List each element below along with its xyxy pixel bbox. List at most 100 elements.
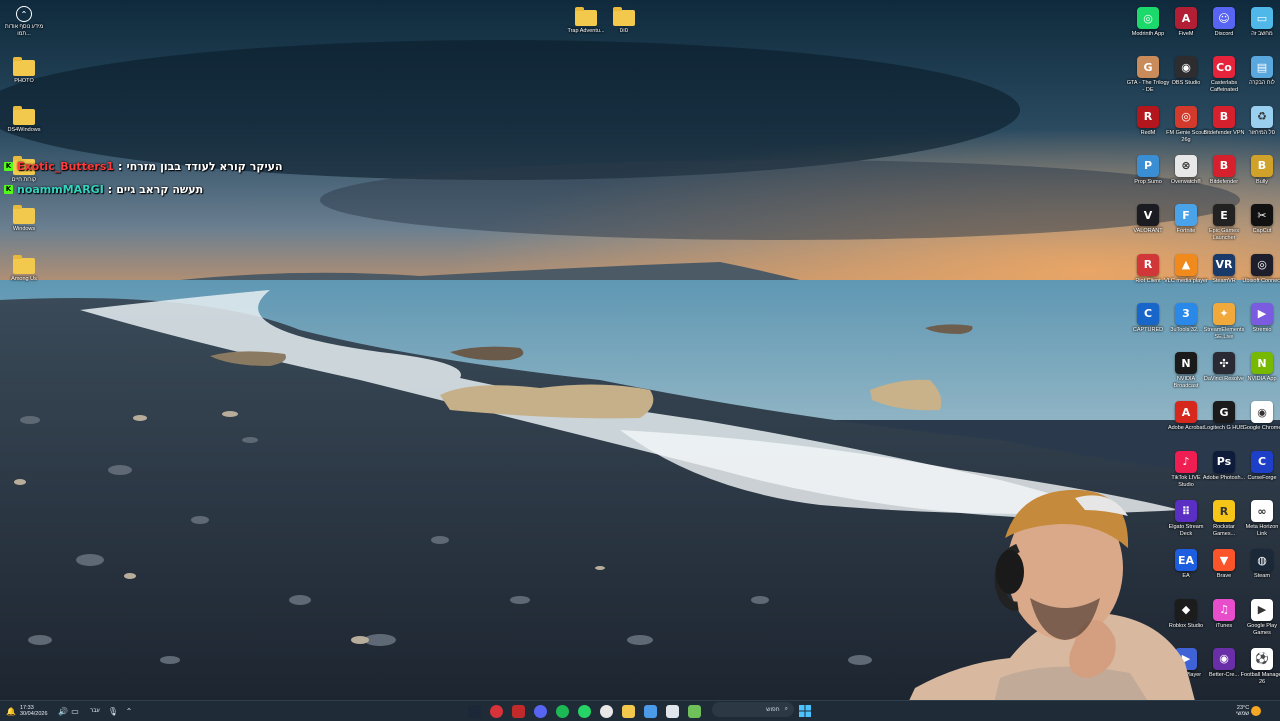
desktop-icon-ubisoft[interactable]: ◎ Ubisoft Connect [1242, 253, 1280, 285]
tray-network-icon[interactable]: ▭ [70, 704, 80, 718]
fm-genie-icon: ◎ [1175, 105, 1197, 128]
desktop-icon-sus[interactable]: סוס [604, 6, 644, 35]
spotify-icon [555, 704, 569, 718]
taskbar-app-gallery[interactable] [687, 704, 701, 718]
desktop-icon-gta[interactable]: G GTA - The Trilogy - DE [1127, 56, 1169, 94]
recycle-bin-icon: ♻ [1251, 105, 1273, 128]
desktop-icon-tiktok[interactable]: ♪ TikTok LIVE Studio [1166, 450, 1206, 489]
curseforge-icon: C [1251, 450, 1273, 473]
desktop-icon-control-panel[interactable]: ▤ לוח הבקרה [1242, 56, 1280, 87]
this-pc-icon: ▭ [1251, 7, 1273, 29]
desktop-icon-ds4windows[interactable]: DS4Windows [4, 105, 44, 134]
desktop-icon-steam[interactable]: ◍ Steam [1242, 549, 1280, 580]
nvidia-broadcast-icon: N [1175, 352, 1197, 375]
tiktok-icon: ♪ [1175, 450, 1197, 473]
tray-chevron-up-icon[interactable]: ⌃ [124, 704, 134, 718]
desktop-icon-epic-games[interactable]: E Epic Games Launcher [1204, 204, 1244, 242]
folder-icon [13, 255, 35, 274]
start-button[interactable] [798, 704, 812, 718]
desktop-icon-trap-adventure[interactable]: Trap Adventu... [566, 6, 606, 35]
taskbar-app-chrome-red[interactable] [489, 704, 503, 718]
desktop-icon-label: CurseForge [1247, 474, 1277, 481]
desktop-icon-fm-genie[interactable]: ◎ FM Genie Scout 26g [1166, 105, 1206, 144]
bitdefender-icon: B [1213, 154, 1235, 177]
desktop-icon-ghub[interactable]: G Logitech G HUB [1204, 401, 1244, 432]
desktop-icon-valorant[interactable]: V VALORANT [1128, 204, 1168, 235]
desktop-icon-better-crewlink[interactable]: ◉ Better-Cre... [1204, 647, 1244, 679]
desktop-icon-casterlabs[interactable]: Co Casterlabs Caffeinated [1204, 56, 1244, 94]
taskbar-app-screen-recorder[interactable] [511, 704, 525, 718]
desktop-icon-3utools[interactable]: 3 3uTools 32... [1166, 302, 1206, 334]
redm-icon: R [1137, 105, 1159, 128]
taskbar-app-task-manager[interactable] [643, 704, 657, 718]
desktop-icon-curseforge[interactable]: C CurseForge [1242, 450, 1280, 482]
desktop-icon-steamvr[interactable]: VR SteamVR [1204, 253, 1244, 285]
chat-message: K noammMARGI : תעשה קראב גיים [4, 183, 203, 196]
desktop-icon-info[interactable]: ⌃ מידע נוסף אודות תמו... [4, 6, 44, 38]
desktop-icon-prop-sumo[interactable]: P Prop Sumo [1128, 154, 1168, 186]
desktop-icon-obs[interactable]: ◉ OBS Studio [1166, 56, 1206, 87]
modrinth-icon: ◎ [1137, 7, 1159, 29]
desktop-icon-discord[interactable]: ☺ Discord [1204, 7, 1244, 38]
desktop-icon-stremio[interactable]: ▶ Stremio [1242, 302, 1280, 334]
taskbar-app-chrome[interactable] [599, 704, 613, 718]
desktop-icon-photo[interactable]: PHOTO [4, 56, 44, 85]
desktop-icon-nvidia-broadcast[interactable]: N NVIDIA Broadcast [1166, 352, 1206, 390]
desktop-icon-acrobat[interactable]: A Adobe Acrobat [1166, 401, 1206, 432]
taskbar-search[interactable]: חפוש ⌕ [712, 702, 794, 717]
chrome-icon [599, 704, 613, 718]
notification-bell-icon[interactable]: 🔔 [6, 704, 16, 718]
taskbar-app-steam[interactable] [467, 704, 481, 718]
folder-icon [613, 7, 635, 26]
discord-icon: ☺ [1213, 7, 1235, 29]
desktop-icon-fortnite[interactable]: F Fortnite [1166, 204, 1206, 235]
desktop-icon-captured[interactable]: C CAPTURED [1128, 302, 1168, 334]
desktop-icon-davinci[interactable]: ✣ DaVinci Resolve [1204, 352, 1244, 383]
taskbar-app-whatsapp[interactable] [577, 704, 591, 718]
itunes-icon: ♫ [1213, 598, 1235, 621]
desktop-icon-vlc[interactable]: ▲ VLC media player [1164, 253, 1208, 285]
clock-date: 30/04/2026 [20, 711, 48, 717]
desktop-icon-riot-client[interactable]: R Riot Client [1128, 253, 1168, 285]
desktop-icon-brave[interactable]: ▼ Brave [1204, 549, 1244, 580]
weather-widget[interactable]: 23°C שמשי [1236, 704, 1278, 718]
fivem-icon: A [1175, 7, 1197, 29]
taskbar-app-file-explorer[interactable] [621, 704, 635, 718]
desktop-icon-bully[interactable]: B Bully [1242, 154, 1280, 186]
photoshop-icon: Ps [1213, 450, 1235, 473]
desktop-icon-label: Bully [1256, 178, 1268, 185]
desktop-icon-label: Football Manager 26 [1240, 671, 1280, 685]
desktop-icon-football-manager[interactable]: ⚽ Football Manager 26 [1240, 647, 1280, 686]
desktop-icon-modrinth[interactable]: ◎ Modrinth App [1128, 7, 1168, 38]
language-indicator[interactable]: עבר [84, 704, 106, 718]
desktop-icon-rockstar[interactable]: R Rockstar Games... [1204, 500, 1244, 538]
taskbar-app-discord[interactable] [533, 704, 547, 718]
taskbar-app-notepad[interactable] [665, 704, 679, 718]
desktop-icon-redm[interactable]: R RedM [1128, 105, 1168, 137]
desktop-icon-bitdefender[interactable]: B Bitdefender [1204, 154, 1244, 186]
desktop-icon-recycle-bin[interactable]: ♻ סל המיחזור [1242, 105, 1280, 137]
clock[interactable]: 17:33 30/04/2026 [20, 704, 56, 718]
desktop-icon-meta[interactable]: ∞ Meta Horizon Link [1242, 500, 1280, 538]
desktop-icon-fivem[interactable]: A FiveM [1166, 7, 1206, 38]
stremio-icon: ▶ [1251, 302, 1273, 325]
desktop-icon-chrome[interactable]: ◉ Google Chrome [1242, 401, 1280, 432]
desktop-icon-windows[interactable]: Windows [4, 204, 44, 233]
tray-mic-icon[interactable]: 🎙 [108, 704, 118, 718]
epic-games-icon: E [1213, 204, 1235, 227]
desktop-icon-capcut[interactable]: ✂ CapCut [1242, 204, 1280, 235]
desktop-icon-overwatch[interactable]: ⊗ Overwatch® [1166, 154, 1206, 186]
desktop-icon-this-pc[interactable]: ▭ מחשב זה [1242, 7, 1280, 38]
desktop-icon-google-play-games[interactable]: ▶ Google Play Games [1242, 598, 1280, 637]
desktop-icon-bitdefender-vpn[interactable]: B Bitdefender VPN [1204, 105, 1244, 137]
desktop-icon-label: Stremio [1252, 326, 1272, 333]
desktop-icon-streamelements[interactable]: ✦ StreamElements SE.Live [1204, 302, 1244, 341]
taskbar-app-spotify[interactable] [555, 704, 569, 718]
control-panel-icon: ▤ [1251, 56, 1273, 79]
desktop-icon-nvidia-app[interactable]: N NVIDIA App [1242, 352, 1280, 383]
desktop-icon-itunes[interactable]: ♫ iTunes [1204, 598, 1244, 630]
tray-volume-icon[interactable]: 🔊 [58, 704, 68, 718]
desktop-icon-among-us[interactable]: Among Us [4, 254, 44, 283]
desktop-icon-photoshop[interactable]: Ps Adobe Photosh... [1203, 450, 1245, 482]
screen-recorder-icon [511, 704, 525, 718]
